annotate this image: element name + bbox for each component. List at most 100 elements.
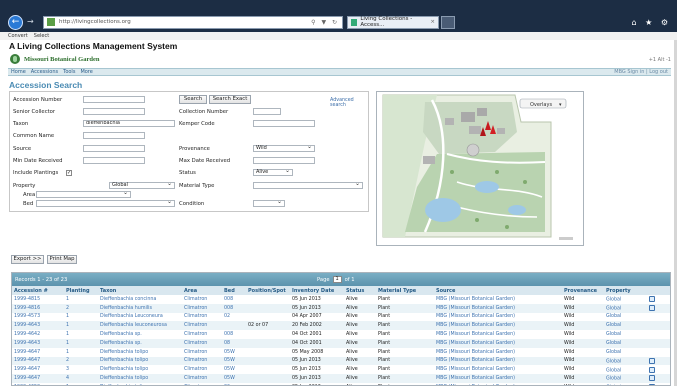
menu-home[interactable]: Home bbox=[11, 69, 26, 75]
column-header-source[interactable]: Source bbox=[434, 286, 562, 295]
table-cell[interactable]: MBG (Missouri Botanical Garden) bbox=[434, 330, 562, 339]
search-exact-button[interactable]: Search Exact bbox=[209, 95, 251, 104]
garden-map-canvas[interactable]: Overlays ▾ bbox=[377, 92, 583, 245]
kemper-code-field[interactable] bbox=[253, 120, 315, 127]
table-row[interactable]: 1999-4647 1 Dieffenbachia tolipo Climatron 0… bbox=[12, 348, 670, 357]
table-row[interactable]: 1999-4815 1 Dieffenbachia concinna Climatro… bbox=[12, 295, 670, 304]
table-row[interactable]: 1999-4643 1 Dieffenbachia leuconeurosa Clim… bbox=[12, 321, 670, 331]
column-header-bed[interactable]: Bed bbox=[222, 286, 246, 295]
table-cell[interactable]: Dieffenbachia Leuconeura bbox=[98, 313, 182, 322]
table-cell[interactable]: 1999-4647 bbox=[12, 365, 64, 374]
table-cell[interactable]: MBG (Missouri Botanical Garden) bbox=[434, 348, 562, 357]
column-header-status[interactable]: Status bbox=[344, 286, 376, 295]
table-cell[interactable] bbox=[222, 321, 246, 331]
table-cell[interactable]: 1 bbox=[64, 313, 98, 322]
map-locate-icon[interactable] bbox=[649, 375, 656, 382]
advanced-search-link[interactable]: Advanced search bbox=[330, 98, 368, 108]
collection-number-field[interactable] bbox=[253, 108, 281, 115]
property-select[interactable]: Global bbox=[109, 181, 175, 189]
column-header-position-spot[interactable]: Position/Spot bbox=[246, 286, 290, 295]
table-cell[interactable]: 08 bbox=[222, 338, 246, 348]
table-cell[interactable]: Global bbox=[604, 348, 670, 357]
table-row[interactable]: 1999-4643 1 Dieffenbachia sp. Climatron 08 04… bbox=[12, 338, 670, 348]
table-cell[interactable]: 008 bbox=[222, 295, 246, 304]
table-cell[interactable]: Climatron bbox=[182, 338, 222, 348]
address-controls-icon[interactable]: ⚲ ▼ ↻ bbox=[311, 19, 339, 26]
table-cell[interactable]: 1999-4573 bbox=[12, 313, 64, 322]
table-cell[interactable]: Global bbox=[604, 321, 670, 331]
browser-tab[interactable]: Living Collections - Access... × bbox=[347, 15, 439, 29]
table-row[interactable]: 1999-4647 4 Dieffenbachia tolipo Climatron 0… bbox=[12, 374, 670, 383]
map-locate-icon[interactable] bbox=[649, 357, 656, 364]
table-cell[interactable]: 05W bbox=[222, 374, 246, 383]
table-cell[interactable]: Climatron bbox=[182, 295, 222, 304]
accession-number-field[interactable] bbox=[83, 96, 145, 103]
map-locate-icon[interactable] bbox=[649, 304, 656, 311]
status-select[interactable]: Alive bbox=[253, 168, 293, 176]
table-cell[interactable]: Climatron bbox=[182, 374, 222, 383]
table-cell[interactable]: Climatron bbox=[182, 321, 222, 331]
menu-more[interactable]: More bbox=[80, 69, 92, 75]
browser-tools-icon[interactable]: ⌂ ★ ⚙ bbox=[631, 18, 671, 27]
table-cell[interactable]: 1999-4647 bbox=[12, 356, 64, 366]
area-select[interactable] bbox=[36, 190, 131, 198]
menu-accessions[interactable]: Accessions bbox=[31, 69, 58, 75]
export-button[interactable]: Export >> bbox=[11, 255, 44, 264]
table-row[interactable]: 1999-4647 3 Dieffenbachia tolipo Climatron 0… bbox=[12, 365, 670, 374]
column-header-planting[interactable]: Planting bbox=[64, 286, 98, 295]
menu-account[interactable]: MBG Sign in | Log out bbox=[614, 69, 668, 75]
table-cell[interactable]: Global bbox=[604, 374, 670, 383]
header-tools[interactable]: +1 Alt -1 bbox=[649, 57, 671, 63]
taxon-field[interactable]: dieffenbachia bbox=[83, 120, 175, 127]
column-header-property[interactable]: Property bbox=[604, 286, 670, 295]
new-tab-button[interactable] bbox=[441, 15, 455, 29]
table-cell[interactable]: Global bbox=[604, 303, 670, 313]
favorite-select[interactable]: Select bbox=[34, 33, 49, 39]
table-cell[interactable]: MBG (Missouri Botanical Garden) bbox=[434, 303, 562, 313]
table-cell[interactable]: MBG (Missouri Botanical Garden) bbox=[434, 313, 562, 322]
max-date-field[interactable] bbox=[253, 157, 315, 164]
tab-close-icon[interactable]: × bbox=[430, 19, 435, 25]
favorite-convert[interactable]: Convert bbox=[8, 33, 28, 39]
table-cell[interactable]: Dieffenbachia tolipo bbox=[98, 374, 182, 383]
common-name-field[interactable] bbox=[83, 132, 145, 139]
table-cell[interactable]: 1999-4816 bbox=[12, 303, 64, 313]
bed-select[interactable] bbox=[36, 199, 175, 207]
table-cell[interactable]: MBG (Missouri Botanical Garden) bbox=[434, 374, 562, 383]
map-locate-icon[interactable] bbox=[649, 296, 656, 303]
table-cell[interactable]: Dieffenbachia tolipo bbox=[98, 365, 182, 374]
table-cell[interactable]: 1 bbox=[64, 295, 98, 304]
table-cell[interactable]: Global bbox=[604, 330, 670, 339]
column-header-accession[interactable]: Accession # bbox=[12, 286, 64, 295]
column-header-area[interactable]: Area bbox=[182, 286, 222, 295]
include-plantings-checkbox[interactable]: ✓ bbox=[66, 170, 72, 176]
table-cell[interactable]: 1999-4647 bbox=[12, 348, 64, 357]
table-cell[interactable]: Global bbox=[604, 365, 670, 374]
table-cell[interactable]: 1999-4815 bbox=[12, 295, 64, 304]
table-cell[interactable]: MBG (Missouri Botanical Garden) bbox=[434, 338, 562, 348]
table-cell[interactable]: MBG (Missouri Botanical Garden) bbox=[434, 295, 562, 304]
senior-collector-field[interactable] bbox=[83, 108, 145, 115]
table-cell[interactable]: Climatron bbox=[182, 313, 222, 322]
table-cell[interactable]: Climatron bbox=[182, 303, 222, 313]
column-header-provenance[interactable]: Provenance bbox=[562, 286, 604, 295]
table-row[interactable]: 1999-4816 2 Dieffenbachia humilis Climatron… bbox=[12, 303, 670, 313]
map-locate-icon[interactable] bbox=[649, 366, 656, 373]
search-button[interactable]: Search bbox=[179, 95, 207, 104]
table-cell[interactable]: 1 bbox=[64, 321, 98, 331]
min-date-field[interactable] bbox=[83, 157, 145, 164]
table-row[interactable]: 1999-4642 1 Dieffenbachia sp. Climatron 008 0… bbox=[12, 330, 670, 339]
material-type-select[interactable] bbox=[253, 181, 363, 189]
table-cell[interactable]: Climatron bbox=[182, 348, 222, 357]
table-cell[interactable]: Global bbox=[604, 356, 670, 366]
back-arrow-icon[interactable]: ← bbox=[8, 14, 23, 30]
address-bar[interactable]: http://livingcollections.org ⚲ ▼ ↻ bbox=[43, 15, 343, 29]
table-cell[interactable]: 1999-4643 bbox=[12, 338, 64, 348]
table-cell[interactable]: 008 bbox=[222, 330, 246, 339]
garden-map[interactable]: Overlays ▾ bbox=[376, 91, 584, 246]
table-cell[interactable]: MBG (Missouri Botanical Garden) bbox=[434, 365, 562, 374]
table-cell[interactable]: Dieffenbachia tolipo bbox=[98, 348, 182, 357]
table-cell[interactable]: 4 bbox=[64, 374, 98, 383]
table-cell[interactable]: MBG (Missouri Botanical Garden) bbox=[434, 356, 562, 366]
print-map-button[interactable]: Print Map bbox=[47, 255, 77, 264]
